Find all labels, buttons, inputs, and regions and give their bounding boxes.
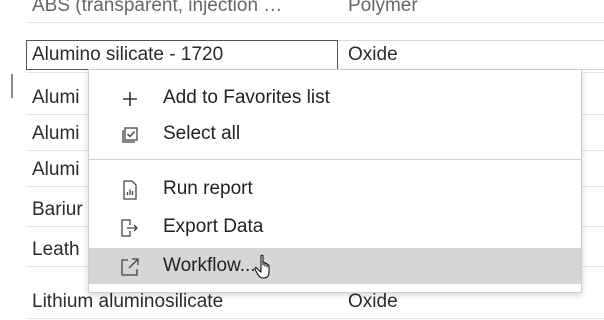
material-name-cell: ABS (transparent, injection … [32, 0, 283, 16]
menu-item-label: Export Data [163, 216, 264, 237]
material-name-cell: Alumino silicate - 1720 [32, 44, 224, 65]
menu-item-label: Select all [163, 123, 241, 144]
checkbox-checked-icon [119, 124, 141, 146]
table-row[interactable]: ABS (transparent, injection … Polymer [26, 0, 604, 23]
menu-item-workflow[interactable]: Workflow... [89, 248, 581, 284]
menu-item-run-report[interactable]: Run report [89, 171, 581, 207]
menu-item-select-all[interactable]: Select all [89, 116, 581, 152]
context-menu: Add to Favorites list Select all Run rep… [88, 69, 582, 293]
hand-pointer-icon [254, 254, 276, 285]
plus-icon [119, 88, 141, 110]
external-link-icon [119, 256, 141, 278]
material-name-cell: Alumi [32, 123, 80, 144]
report-icon [119, 179, 141, 201]
material-name-cell: Alumi [32, 87, 80, 108]
row-indicator [11, 74, 13, 98]
menu-item-label: Add to Favorites list [163, 87, 330, 108]
material-type-cell: Oxide [348, 44, 398, 65]
material-name-cell: Alumi [32, 159, 80, 180]
material-name-cell: Bariur [32, 199, 83, 220]
material-name-cell: Leath [32, 239, 80, 260]
menu-item-add-to-favorites[interactable]: Add to Favorites list [89, 80, 581, 116]
material-type-cell: Polymer [348, 0, 418, 16]
menu-item-label: Workflow... [163, 255, 256, 276]
menu-item-export-data[interactable]: Export Data [89, 209, 581, 245]
menu-divider [89, 159, 581, 160]
menu-item-label: Run report [163, 178, 253, 199]
export-icon [119, 217, 141, 239]
